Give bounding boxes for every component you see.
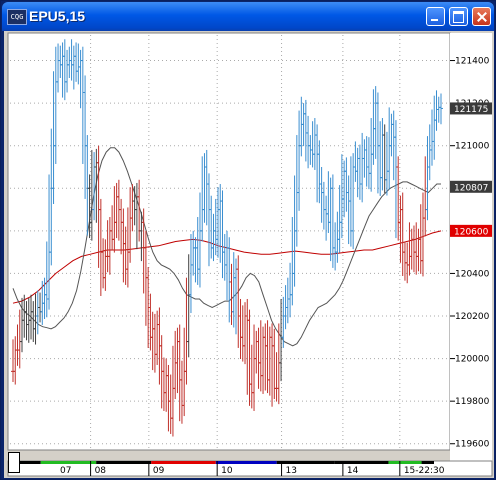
x-tick-label: 07 xyxy=(60,466,71,476)
chart-window: CQG EPU5,15 1214001212001210001208001206… xyxy=(0,0,496,480)
y-tick-label: 119600 xyxy=(455,440,490,450)
close-button[interactable] xyxy=(472,7,491,26)
window-title: EPU5,15 xyxy=(29,8,86,24)
session-bar xyxy=(215,461,277,464)
price-flag-label: 120600 xyxy=(454,227,489,237)
x-tick-label: 13 xyxy=(286,466,297,476)
x-tick-label: 08 xyxy=(95,466,107,476)
session-bar xyxy=(151,461,216,464)
minimize-button[interactable] xyxy=(426,7,445,26)
time-axis: 07 08 09 10 13 14 15-22:30 xyxy=(7,460,493,477)
session-bar xyxy=(40,461,97,464)
session-bar xyxy=(388,461,422,464)
y-tick-label: 120400 xyxy=(455,269,490,279)
scroll-handle[interactable] xyxy=(8,452,20,473)
session-bar xyxy=(96,461,152,464)
y-tick-label: 120200 xyxy=(455,312,490,322)
y-tick-label: 121000 xyxy=(455,142,490,152)
session-bar xyxy=(20,461,41,464)
chart-client-area: 1214001212001210001208001206001204001202… xyxy=(4,31,494,478)
y-tick-label: 121400 xyxy=(455,57,490,67)
session-bar xyxy=(276,461,335,464)
price-flag-label: 121175 xyxy=(454,105,488,115)
price-chart[interactable]: 1214001212001210001208001206001204001202… xyxy=(4,31,494,478)
title-bar[interactable]: CQG EPU5,15 xyxy=(2,2,494,31)
y-tick-label: 120000 xyxy=(455,355,490,365)
y-tick-label: 119800 xyxy=(455,397,490,407)
price-flag-label: 120807 xyxy=(454,183,488,193)
maximize-button[interactable] xyxy=(449,7,468,26)
x-tick-label: 14 xyxy=(347,466,359,476)
cqg-icon[interactable]: CQG xyxy=(7,9,27,25)
x-tick-label: 10 xyxy=(221,466,233,476)
x-tick-label: 09 xyxy=(153,466,165,476)
x-tick-label: 15-22:30 xyxy=(404,466,445,476)
session-bar xyxy=(421,461,434,464)
